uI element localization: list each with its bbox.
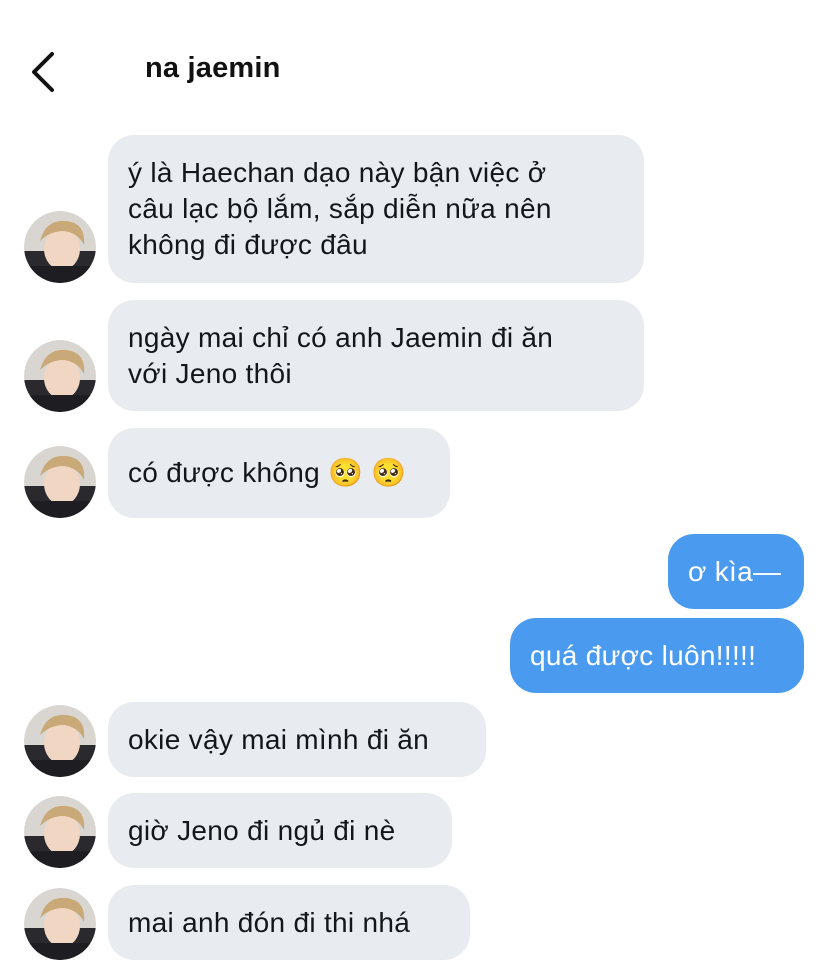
message-bubble-outgoing[interactable]: ơ kìa— [668, 534, 804, 609]
avatar[interactable] [24, 340, 96, 412]
message-bubble-incoming[interactable]: ngày mai chỉ có anh Jaemin đi ăn với Jen… [108, 300, 644, 411]
avatar-photo [24, 446, 96, 518]
avatar-photo [24, 796, 96, 868]
avatar-photo [24, 888, 96, 960]
message-bubble-outgoing[interactable]: quá được luôn!!!!! [510, 618, 804, 693]
message-bubble-incoming[interactable]: có được không 🥺 🥺 [108, 428, 450, 518]
contact-name[interactable]: na jaemin [145, 52, 281, 85]
avatar-photo [24, 705, 96, 777]
avatar[interactable] [24, 446, 96, 518]
avatar[interactable] [24, 705, 96, 777]
avatar[interactable] [24, 211, 96, 283]
message-bubble-incoming[interactable]: mai anh đón đi thi nhá [108, 885, 470, 960]
message-bubble-incoming[interactable]: giờ Jeno đi ngủ đi nè [108, 793, 452, 868]
avatar-photo [24, 211, 96, 283]
avatar[interactable] [24, 888, 96, 960]
back-button[interactable] [24, 48, 64, 96]
chat-header: na jaemin [0, 0, 826, 120]
message-bubble-incoming[interactable]: ý là Haechan dạo này bận việc ở câu lạc … [108, 135, 644, 283]
message-bubble-incoming[interactable]: okie vậy mai mình đi ăn [108, 702, 486, 777]
chevron-left-icon [32, 52, 54, 92]
avatar-photo [24, 340, 96, 412]
avatar[interactable] [24, 796, 96, 868]
